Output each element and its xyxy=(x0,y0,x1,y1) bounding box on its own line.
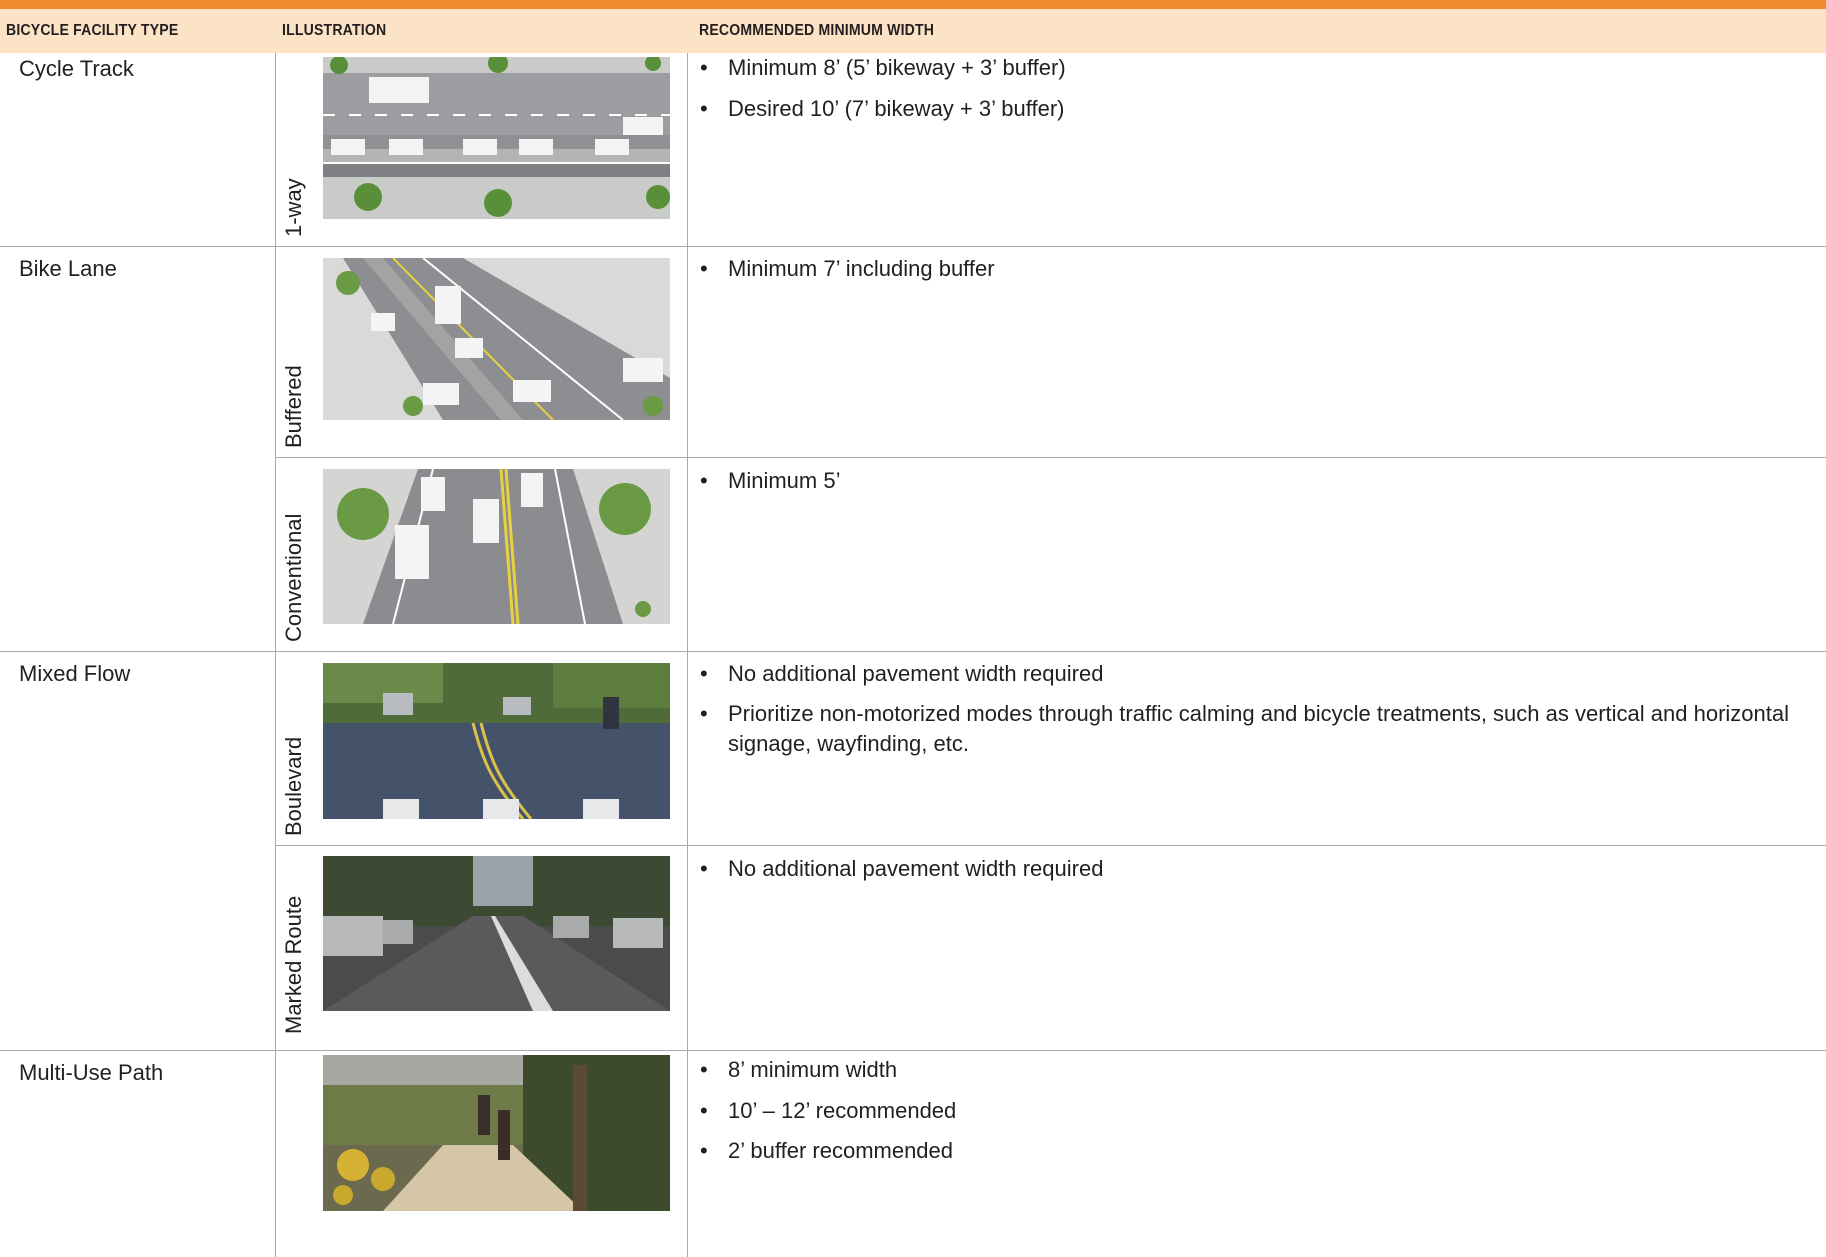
row-divider xyxy=(275,845,1826,846)
row-divider xyxy=(0,1050,1826,1051)
facility-subtype-label: Buffered xyxy=(281,365,306,448)
facility-subtype-label: Conventional xyxy=(281,513,306,642)
column-divider xyxy=(687,53,688,1257)
width-bullet: • 2’ buffer recommended xyxy=(700,1136,1810,1166)
bullet-marker: • xyxy=(700,256,708,281)
width-bullet-text: No additional pavement width required xyxy=(728,661,1104,686)
bullet-marker: • xyxy=(700,856,708,881)
bullet-marker: • xyxy=(700,1098,708,1123)
width-bullet: • Prioritize non-motorized modes through… xyxy=(700,699,1810,759)
width-bullet-text: Minimum 8’ (5’ bikeway + 3’ buffer) xyxy=(728,55,1066,80)
bullet-marker: • xyxy=(700,55,708,80)
illustration-image xyxy=(323,469,670,624)
illustration-image xyxy=(323,258,670,420)
bullet-marker: • xyxy=(700,701,708,726)
facility-type-label: Mixed Flow xyxy=(19,661,131,686)
facility-subtype-label: Boulevard xyxy=(281,736,306,836)
width-bullet-text: 10’ – 12’ recommended xyxy=(728,1098,957,1123)
width-bullet: • No additional pavement width required xyxy=(700,854,1810,884)
bullet-marker: • xyxy=(700,661,708,686)
column-divider xyxy=(275,53,276,1257)
facility-type-label: Multi-Use Path xyxy=(19,1060,164,1085)
header-recommended-width: RECOMMENDED MINIMUM WIDTH xyxy=(699,22,935,39)
facility-type-label: Bike Lane xyxy=(19,256,117,281)
width-bullet-text: Prioritize non-motorized modes through t… xyxy=(728,701,1789,756)
bullet-marker: • xyxy=(700,1138,708,1163)
width-bullet-text: Minimum 5’ xyxy=(728,468,841,493)
bullet-marker: • xyxy=(700,468,708,493)
row-divider xyxy=(0,246,1826,247)
width-bullet-text: 8’ minimum width xyxy=(728,1057,898,1082)
width-bullet: • No additional pavement width required xyxy=(700,659,1810,689)
width-bullet-text: Minimum 7’ including buffer xyxy=(728,256,995,281)
facility-width-table: BICYCLE FACILITY TYPE ILLUSTRATION RECOM… xyxy=(0,0,1826,1257)
bullet-marker: • xyxy=(700,96,708,121)
header-facility-type: BICYCLE FACILITY TYPE xyxy=(6,22,179,39)
facility-subtype-label: Marked Route xyxy=(281,895,306,1034)
width-bullet: • Minimum 5’ xyxy=(700,466,1810,496)
width-bullet: • Minimum 7’ including buffer xyxy=(700,254,1810,284)
width-bullet: • Minimum 8’ (5’ bikeway + 3’ buffer) xyxy=(700,53,1810,83)
row-divider xyxy=(0,651,1826,652)
bullet-marker: • xyxy=(700,1057,708,1082)
width-bullet: • 10’ – 12’ recommended xyxy=(700,1096,1810,1126)
row-divider xyxy=(275,457,1826,458)
illustration-image xyxy=(323,856,670,1011)
illustration-image xyxy=(323,1055,670,1211)
facility-type-label: Cycle Track xyxy=(19,56,134,81)
width-bullet-text: Desired 10’ (7’ bikeway + 3’ buffer) xyxy=(728,96,1065,121)
illustration-image xyxy=(323,663,670,819)
width-bullet: • Desired 10’ (7’ bikeway + 3’ buffer) xyxy=(700,94,1810,124)
illustration-image xyxy=(323,57,670,219)
header-accent-bar xyxy=(0,0,1826,9)
facility-subtype-label: 1-way xyxy=(281,178,306,237)
header-illustration: ILLUSTRATION xyxy=(282,22,387,39)
width-bullet: • 8’ minimum width xyxy=(700,1055,1810,1085)
width-bullet-text: 2’ buffer recommended xyxy=(728,1138,954,1163)
width-bullet-text: No additional pavement width required xyxy=(728,856,1104,881)
